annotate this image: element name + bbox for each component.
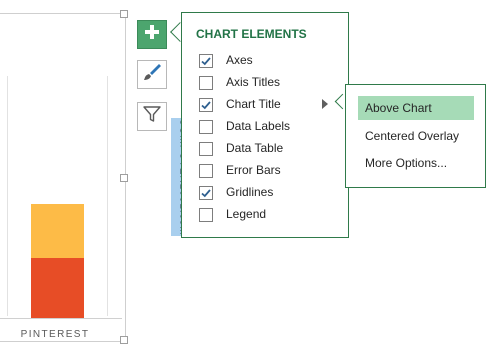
checkbox-legend[interactable]: [199, 208, 213, 222]
option-label: Axes: [226, 53, 253, 67]
category-axis-label: PINTEREST: [20, 329, 90, 340]
bar-segment-bottom[interactable]: [31, 258, 84, 318]
checkbox-data-labels[interactable]: [199, 120, 213, 134]
option-label: Axis Titles: [226, 75, 281, 89]
horizontal-axis-line: [0, 318, 122, 319]
resize-handle[interactable]: [120, 174, 128, 182]
vertical-gridline: [7, 76, 8, 316]
menu-item-above-chart[interactable]: Above Chart: [358, 96, 474, 120]
menu-item-centered-overlay[interactable]: Centered Overlay: [358, 124, 474, 148]
option-label: Legend: [226, 207, 267, 221]
chart-elements-button[interactable]: [137, 20, 167, 49]
funnel-icon: [142, 104, 162, 129]
paintbrush-icon: [142, 62, 162, 87]
option-legend[interactable]: Legend: [199, 205, 339, 225]
submenu-arrow-icon[interactable]: [322, 99, 328, 109]
option-label: Error Bars: [226, 163, 281, 177]
checkbox-axes[interactable]: [199, 54, 213, 68]
option-data-table[interactable]: Data Table: [199, 139, 339, 159]
checkbox-error-bars[interactable]: [199, 164, 213, 178]
option-axis-titles[interactable]: Axis Titles: [199, 73, 339, 93]
checkbox-chart-title[interactable]: [199, 98, 213, 112]
menu-item-more-options[interactable]: More Options...: [358, 151, 474, 175]
chart-title-submenu: Above Chart Centered Overlay More Option…: [345, 84, 486, 188]
option-gridlines[interactable]: Gridlines: [199, 183, 339, 203]
panel-title: CHART ELEMENTS: [196, 27, 307, 41]
checkbox-axis-titles[interactable]: [199, 76, 213, 90]
chart-elements-panel: CHART ELEMENTS Axes Axis Titles Chart Ti…: [181, 12, 349, 238]
bar-segment-top[interactable]: [31, 204, 84, 258]
resize-handle[interactable]: [120, 336, 128, 344]
option-chart-title[interactable]: Chart Title: [199, 95, 339, 115]
option-axes[interactable]: Axes: [199, 51, 339, 71]
checkbox-data-table[interactable]: [199, 142, 213, 156]
plus-icon: [144, 24, 160, 45]
checkbox-gridlines[interactable]: [199, 186, 213, 200]
option-data-labels[interactable]: Data Labels: [199, 117, 339, 137]
option-label: Data Table: [226, 141, 284, 155]
option-label: Data Labels: [226, 119, 291, 133]
chart-filters-button[interactable]: [137, 102, 167, 131]
chart-area[interactable]: PINTEREST: [0, 13, 126, 342]
resize-handle[interactable]: [120, 10, 128, 18]
option-label: Gridlines: [226, 185, 274, 199]
vertical-gridline: [107, 76, 108, 316]
chart-styles-button[interactable]: [137, 60, 167, 89]
option-label: Chart Title: [226, 97, 281, 111]
option-error-bars[interactable]: Error Bars: [199, 161, 339, 181]
